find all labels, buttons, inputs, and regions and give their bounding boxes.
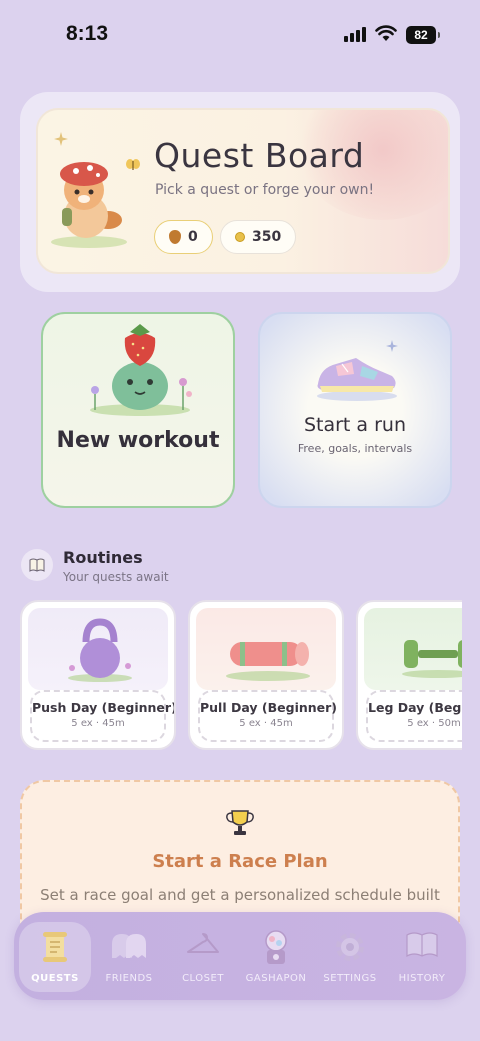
sneaker-icon [317,358,397,401]
status-time: 8:13 [66,22,109,45]
dumbbell-icon [402,640,462,678]
routines-icon [21,549,53,581]
routine-name: Pull Day (Beginner) [200,700,338,715]
gear-icon [336,933,364,961]
routine-label: Pull Day (Beginner) 5 ex · 45m [198,690,338,742]
coin-icon [235,232,245,242]
routine-card[interactable]: Pull Day (Beginner) 5 ex · 45m [188,600,344,750]
nav-label: HISTORY [398,973,446,984]
nav-history[interactable]: HISTORY [386,922,458,992]
page-title: Quest Board [154,136,365,175]
scroll-icon [43,932,67,962]
trophy-icon [226,810,254,835]
routine-label: Push Day (Beginner) 5 ex · 45m [30,690,176,742]
sparkle-icon [386,340,398,352]
new-workout-button[interactable]: New workout [41,312,235,508]
nav-closet[interactable]: CLOSET [167,922,239,992]
nav-label: GASHAPON [245,973,307,984]
battery-indicator: 82 [406,26,440,44]
start-run-button[interactable]: Start a run Free, goals, intervals [258,312,452,508]
nav-quests[interactable]: QUESTS [19,922,91,992]
nav-label: QUESTS [31,973,79,984]
nav-gashapon[interactable]: GASHAPON [240,922,312,992]
routine-name: Leg Day (Beginner) [368,700,462,715]
routine-meta: 5 ex · 50m [407,718,461,729]
routine-name: Push Day (Beginner) [32,700,176,715]
book-icon [29,558,45,572]
coins-counter: 350 [220,220,297,254]
drop-icon [169,230,181,244]
routine-meta: 5 ex · 45m [239,718,293,729]
strawberry-slime-icon [90,324,192,416]
routine-card[interactable]: Push Day (Beginner) 5 ex · 45m [20,600,176,750]
nav-label: CLOSET [182,973,224,984]
cellular-signal-icon [344,27,366,42]
race-plan-title: Start a Race Plan [152,851,328,872]
routines-heading: Routines [63,548,143,567]
race-plan-description: Set a race goal and get a personalized s… [40,886,440,904]
nav-settings[interactable]: SETTINGS [314,922,386,992]
ghosts-icon [112,934,146,958]
nav-label: FRIENDS [105,973,153,984]
book-icon [406,932,438,958]
sparkle-icon [54,132,68,146]
nav-label: SETTINGS [323,973,377,984]
capsule-machine-icon [265,930,287,964]
nav-friends[interactable]: FRIENDS [93,922,165,992]
red-panda-mascot-icon [51,162,127,248]
status-bar: 8:13 82 [0,0,480,72]
routine-meta: 5 ex · 45m [71,718,125,729]
routines-carousel[interactable]: Push Day (Beginner) 5 ex · 45m Pull Day … [20,600,462,752]
routine-label: Leg Day (Beginner) 5 ex · 50m [366,690,462,742]
page-subtitle: Pick a quest or forge your own! [155,182,375,198]
drops-value: 0 [188,229,198,245]
hanger-icon [187,933,219,953]
drops-counter: 0 [154,220,213,254]
routine-card[interactable]: Leg Day (Beginner) 5 ex · 50m [356,600,462,750]
butterfly-icon [126,159,140,170]
wifi-icon [375,25,397,41]
start-run-subtitle: Free, goals, intervals [297,442,413,455]
coins-value: 350 [252,229,282,245]
routines-subheading: Your quests await [63,570,169,584]
new-workout-label: New workout [56,428,220,453]
yoga-mat-icon [226,642,310,681]
kettlebell-icon [68,618,132,682]
start-run-label: Start a run [303,414,407,436]
